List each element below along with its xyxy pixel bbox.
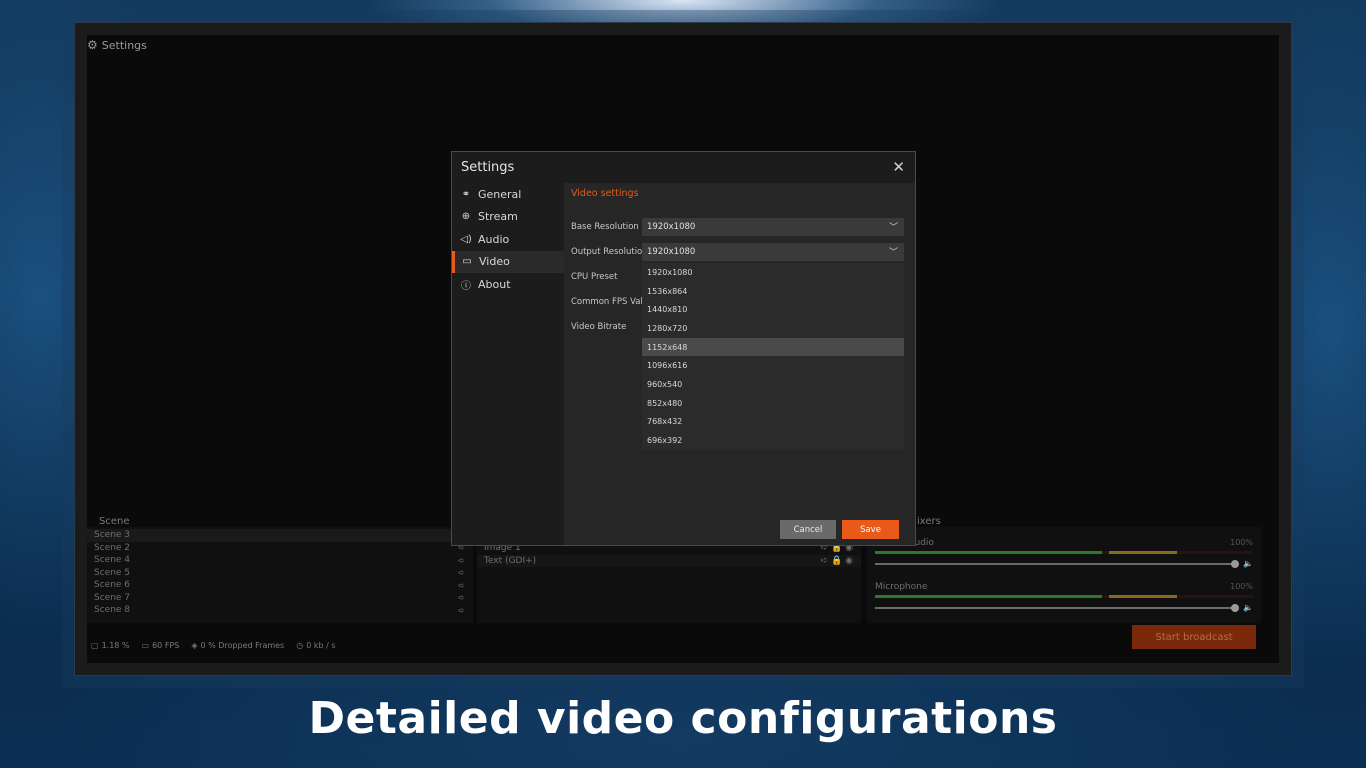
section-title: Video settings bbox=[571, 188, 639, 199]
scene-name: Scene 3 bbox=[94, 530, 131, 541]
caption: Detailed video configurations bbox=[308, 693, 1058, 744]
scene-transition-icon[interactable]: ➪ bbox=[458, 568, 465, 577]
nav-label: About bbox=[478, 277, 511, 291]
scene-item[interactable]: Scene 8 ➪ bbox=[87, 604, 473, 617]
select-value: 1920x1080 bbox=[647, 247, 696, 257]
resolution-option[interactable]: 1152x648 bbox=[642, 337, 904, 357]
nav-label: Stream bbox=[478, 210, 518, 224]
scene-item[interactable]: Scene 2 ➪ bbox=[87, 542, 473, 555]
chevron-down-icon: ﹀ bbox=[888, 223, 898, 233]
cpu-status: ▢ 1.18 % bbox=[91, 641, 130, 650]
video-settings-panel: Video settings Base Resolution 1920x1080… bbox=[564, 183, 915, 545]
source-name: Text (GDI+) bbox=[484, 555, 537, 566]
scene-item[interactable]: Scene 5 ➪ bbox=[87, 567, 473, 580]
scene-name: Scene 7 bbox=[94, 592, 131, 603]
resolution-option[interactable]: 852x480 bbox=[642, 394, 904, 413]
monitor-icon: ▭ bbox=[462, 256, 472, 268]
general-icon: ⚭ bbox=[461, 188, 471, 200]
nav-item-video[interactable]: ▭ Video bbox=[452, 250, 564, 273]
resolution-option[interactable]: 1280x720 bbox=[642, 319, 904, 338]
select-value: 1920x1080 bbox=[647, 222, 696, 232]
nav-label: Video bbox=[479, 255, 510, 269]
cpu-preset-label: CPU Preset bbox=[571, 272, 618, 282]
settings-dialog: Settings ✕ ⚭ General ⊕ Stream ◁) Audio ▭… bbox=[451, 151, 916, 546]
mixer-name: Microphone bbox=[875, 582, 928, 592]
source-controls-icon[interactable]: ➪ 🔒 ◉ bbox=[821, 556, 853, 566]
scene-panel-label: Scene bbox=[99, 516, 130, 527]
resolution-dropdown: 1920x1080 1536x864 1440x810 1280x720 1152x64… bbox=[642, 263, 904, 450]
slider-knob[interactable] bbox=[1231, 560, 1239, 568]
scene-name: Scene 6 bbox=[94, 580, 131, 591]
mixer-percent: 100% bbox=[1230, 582, 1253, 591]
scene-item[interactable]: Scene 3➪ bbox=[87, 529, 473, 542]
settings-nav: ⚭ General ⊕ Stream ◁) Audio ▭ Video ⓘ Ab… bbox=[452, 183, 564, 296]
cpu-icon: ▢ bbox=[91, 641, 99, 650]
save-button[interactable]: Save bbox=[842, 520, 899, 539]
nav-item-audio[interactable]: ◁) Audio bbox=[452, 228, 564, 251]
base-resolution-select[interactable]: 1920x1080 ﹀ bbox=[642, 218, 904, 236]
chevron-down-icon: ﹀ bbox=[888, 248, 898, 258]
dialog-title: Settings bbox=[461, 160, 515, 175]
video-bitrate-label: Video Bitrate bbox=[571, 322, 627, 332]
level-meter bbox=[875, 551, 1253, 554]
scene-name: Scene 4 bbox=[94, 555, 131, 566]
globe-icon: ⊕ bbox=[461, 211, 471, 223]
nav-item-about[interactable]: ⓘ About bbox=[452, 273, 564, 296]
resolution-option[interactable]: 696x392 bbox=[642, 431, 904, 450]
volume-slider[interactable] bbox=[875, 604, 1239, 612]
gear-icon: ⚙ bbox=[87, 38, 98, 52]
app-titlebar: ⚙ Settings bbox=[87, 38, 147, 52]
level-meter bbox=[875, 595, 1253, 598]
cancel-button[interactable]: Cancel bbox=[780, 520, 836, 539]
speaker-icon[interactable]: 🔈 bbox=[1243, 559, 1253, 568]
resolution-option[interactable]: 1920x1080 bbox=[642, 263, 904, 282]
speaker-icon: ◁) bbox=[460, 233, 472, 245]
nav-item-general[interactable]: ⚭ General bbox=[452, 183, 564, 206]
scene-name: Scene 2 bbox=[94, 542, 131, 553]
source-row[interactable]: Text (GDI+) ➪ 🔒 ◉ bbox=[477, 554, 861, 567]
speaker-icon[interactable]: 🔈 bbox=[1243, 603, 1253, 612]
close-icon[interactable]: ✕ bbox=[892, 158, 905, 176]
scene-item[interactable]: Scene 7 ➪ bbox=[87, 592, 473, 605]
nav-label: General bbox=[478, 187, 522, 201]
fps-status: ▭ 60 FPS bbox=[141, 641, 180, 650]
layers-icon: ◈ bbox=[191, 641, 198, 650]
output-resolution-label: Output Resolution bbox=[571, 247, 648, 257]
scene-transition-icon[interactable]: ➪ bbox=[458, 593, 465, 602]
bitrate-status: ◷ 0 kb / s bbox=[296, 641, 336, 650]
scene-name: Scene 8 bbox=[94, 605, 131, 616]
resolution-option[interactable]: 1096x616 bbox=[642, 356, 904, 375]
resolution-option[interactable]: 1536x864 bbox=[642, 282, 904, 301]
screen-icon: ▭ bbox=[141, 641, 150, 650]
status-bar: ▢ 1.18 % ▭ 60 FPS ◈ 0 % Dropped Frames ◷ 0 k… bbox=[91, 641, 336, 650]
mixers-panel-label: ixers bbox=[917, 516, 941, 527]
resolution-option[interactable]: 768x432 bbox=[642, 413, 904, 432]
app-title: Settings bbox=[101, 38, 147, 52]
audio-mixer: audio 100% 🔈 Microphone 100% 🔈 bbox=[867, 527, 1261, 623]
resolution-option[interactable]: 1440x810 bbox=[642, 300, 904, 319]
scene-name: Scene 5 bbox=[94, 567, 131, 578]
mixer-percent: 100% bbox=[1230, 538, 1253, 547]
info-icon: ⓘ bbox=[461, 280, 471, 292]
mixer-desktop-audio: audio 100% 🔈 bbox=[875, 538, 1253, 578]
clock-icon: ◷ bbox=[296, 641, 304, 650]
scene-transition-icon[interactable]: ➪ bbox=[458, 581, 465, 590]
resolution-option[interactable]: 960x540 bbox=[642, 375, 904, 394]
output-resolution-select[interactable]: 1920x1080 ﹀ bbox=[642, 243, 904, 261]
volume-slider[interactable] bbox=[875, 560, 1239, 568]
scene-transition-icon[interactable]: ➪ bbox=[458, 556, 465, 565]
scene-list: Scene 3➪Scene 2➪Scene 4➪Scene 5➪Scene 6➪… bbox=[87, 527, 473, 623]
mixer-microphone: Microphone 100% 🔈 bbox=[875, 582, 1253, 622]
scene-item[interactable]: Scene 4 ➪ bbox=[87, 554, 473, 567]
scene-item[interactable]: Scene 6 ➪ bbox=[87, 579, 473, 592]
base-resolution-label: Base Resolution bbox=[571, 222, 639, 232]
start-broadcast-button[interactable]: Start broadcast bbox=[1132, 625, 1256, 649]
scene-transition-icon[interactable]: ➪ bbox=[458, 606, 465, 615]
nav-label: Audio bbox=[478, 232, 510, 246]
slider-knob[interactable] bbox=[1231, 604, 1239, 612]
nav-item-stream[interactable]: ⊕ Stream bbox=[452, 206, 564, 229]
dropped-frames-status: ◈ 0 % Dropped Frames bbox=[191, 641, 285, 650]
